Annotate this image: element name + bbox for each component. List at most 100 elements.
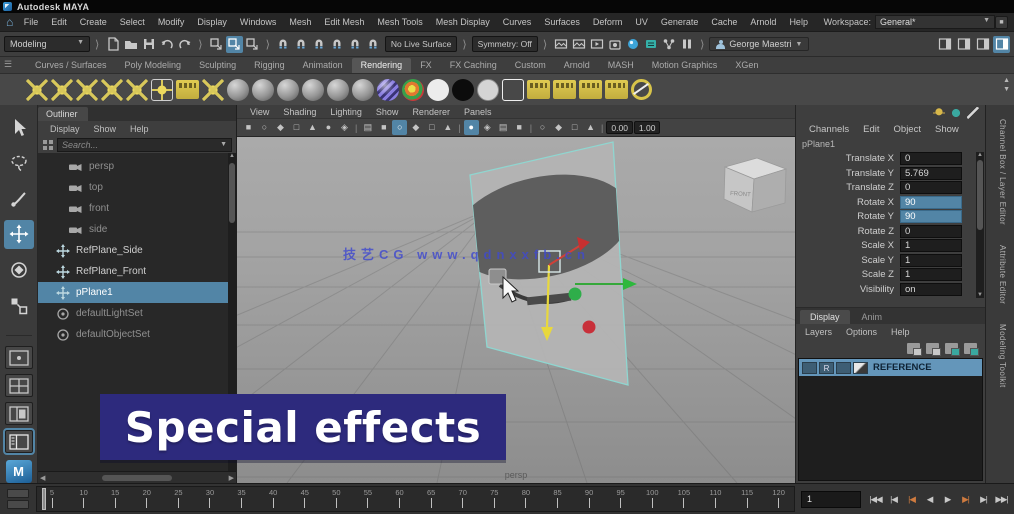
channel-value-field[interactable]: 1 bbox=[900, 268, 962, 281]
animation-key-icon[interactable] bbox=[7, 500, 29, 509]
lighting-icon[interactable]: ■ bbox=[512, 120, 527, 135]
shelf-tab-fx-caching[interactable]: FX Caching bbox=[441, 58, 506, 73]
anisotropic-icon[interactable] bbox=[352, 79, 374, 101]
shelf-menu-icon[interactable]: ☰ bbox=[4, 60, 18, 71]
channel-box-menu-edit[interactable]: Edit bbox=[856, 124, 886, 135]
channel-value-field[interactable]: 0 bbox=[900, 152, 962, 165]
step-forward-frame-button[interactable]: ▶| bbox=[975, 490, 992, 508]
shelf-tab-poly-modeling[interactable]: Poly Modeling bbox=[116, 58, 191, 73]
shelf-tab-rigging[interactable]: Rigging bbox=[245, 58, 294, 73]
timeline-tick-50[interactable]: 50 bbox=[329, 488, 343, 511]
spot-light-icon[interactable] bbox=[101, 79, 123, 101]
channel-box-menu-channels[interactable]: Channels bbox=[802, 124, 856, 135]
2d-pan-zoom-icon[interactable]: ● bbox=[321, 120, 336, 135]
section-divider[interactable]: ⟩ bbox=[196, 38, 204, 51]
blinn-icon[interactable] bbox=[252, 79, 274, 101]
scroll-down-icon[interactable]: ▼ bbox=[1003, 86, 1010, 93]
camera-attributes-icon[interactable]: ◆ bbox=[273, 120, 288, 135]
menu-create[interactable]: Create bbox=[73, 17, 113, 27]
timeline-tick-30[interactable]: 30 bbox=[203, 488, 217, 511]
render-current-frame-icon[interactable] bbox=[570, 36, 587, 53]
layout-two-pane[interactable] bbox=[5, 402, 33, 425]
tab-attribute-editor[interactable]: Attribute Editor bbox=[993, 239, 1007, 310]
channel-value-field[interactable]: 90 bbox=[900, 210, 962, 223]
lasso-select-tool[interactable] bbox=[4, 149, 34, 178]
batch-render-icon[interactable] bbox=[605, 80, 628, 99]
gate-mask-icon[interactable]: ○ bbox=[392, 120, 407, 135]
layer-editor-menu-help[interactable]: Help bbox=[884, 327, 917, 337]
menu-mesh-tools[interactable]: Mesh Tools bbox=[371, 17, 429, 27]
move-layer-up-icon[interactable] bbox=[907, 343, 920, 354]
layer-editor-menu-options[interactable]: Options bbox=[839, 327, 884, 337]
keyframe-icon[interactable] bbox=[933, 107, 945, 119]
save-scene-icon[interactable] bbox=[140, 36, 157, 53]
area-light-icon[interactable] bbox=[126, 79, 148, 101]
account-menu[interactable]: George Maestri ▼ bbox=[709, 37, 809, 51]
shelf-tab-fx[interactable]: FX bbox=[411, 58, 441, 73]
timeline-tick-45[interactable]: 45 bbox=[298, 488, 312, 511]
hypershade-icon[interactable] bbox=[624, 36, 641, 53]
anim-curve-icon[interactable] bbox=[950, 107, 962, 119]
layout-single-pane[interactable] bbox=[5, 346, 33, 369]
hypershade-window-icon[interactable] bbox=[502, 79, 524, 101]
menu-surfaces[interactable]: Surfaces bbox=[538, 17, 587, 27]
select-object-icon[interactable] bbox=[226, 36, 243, 53]
timeline-tick-105[interactable]: 105 bbox=[677, 488, 691, 511]
timeline-tick-110[interactable]: 110 bbox=[708, 488, 722, 511]
outliner-menu-display[interactable]: Display bbox=[44, 124, 86, 134]
layer-row-reference[interactable]: RREFERENCE bbox=[799, 359, 982, 376]
light-editor-icon[interactable] bbox=[642, 36, 659, 53]
outliner-item-front[interactable]: front bbox=[38, 198, 236, 219]
timeline-tick-120[interactable]: 120 bbox=[772, 488, 786, 511]
snap-grid-icon[interactable] bbox=[275, 36, 292, 53]
select-hierarchy-icon[interactable] bbox=[208, 36, 225, 53]
render-target-icon[interactable] bbox=[631, 79, 652, 100]
play-backwards-button[interactable]: ◀ bbox=[921, 490, 938, 508]
bookmark-icon[interactable]: □ bbox=[289, 120, 304, 135]
menu-edit-mesh[interactable]: Edit Mesh bbox=[318, 17, 371, 27]
timeline-tick-40[interactable]: 40 bbox=[266, 488, 280, 511]
current-frame-field[interactable]: 1 bbox=[801, 491, 861, 508]
live-surface-field[interactable]: No Live Surface bbox=[385, 36, 457, 52]
timeline-tick-55[interactable]: 55 bbox=[361, 488, 375, 511]
directional-light-icon[interactable] bbox=[51, 79, 73, 101]
outliner-menu-show[interactable]: Show bbox=[88, 124, 123, 134]
channel-value-field[interactable]: 5.769 bbox=[900, 167, 962, 180]
edit-channels-icon[interactable] bbox=[967, 107, 979, 119]
outliner-filter-icon[interactable] bbox=[42, 139, 54, 151]
isolate-select-icon[interactable]: ▲ bbox=[583, 120, 598, 135]
section-divider[interactable]: ⟩ bbox=[698, 38, 706, 51]
outliner-item-pplane1[interactable]: pPlane1 bbox=[38, 282, 236, 303]
channel-value-field[interactable]: 1 bbox=[900, 239, 962, 252]
menu-windows[interactable]: Windows bbox=[233, 17, 283, 27]
layout-outliner-persp[interactable] bbox=[5, 430, 33, 453]
menu-display[interactable]: Display bbox=[191, 17, 234, 27]
selected-object-name[interactable]: pPlane1 bbox=[796, 137, 985, 152]
shelf-tab-sculpting[interactable]: Sculpting bbox=[190, 58, 245, 73]
redo-icon[interactable] bbox=[176, 36, 193, 53]
timeline-tick-65[interactable]: 65 bbox=[424, 488, 438, 511]
safe-action-icon[interactable]: □ bbox=[424, 120, 439, 135]
field-chart-icon[interactable]: ◆ bbox=[408, 120, 423, 135]
home-icon[interactable]: ⌂ bbox=[6, 16, 13, 28]
open-scene-icon[interactable] bbox=[122, 36, 139, 53]
move-layer-down-icon[interactable] bbox=[926, 343, 939, 354]
menu-set-dropdown[interactable]: Modeling ▼ bbox=[4, 36, 90, 52]
outliner-item-side[interactable]: side bbox=[38, 219, 236, 240]
layer-editor-tab-display[interactable]: Display bbox=[800, 310, 850, 324]
open-render-view-icon[interactable] bbox=[552, 36, 569, 53]
timeline-tick-15[interactable]: 15 bbox=[108, 488, 122, 511]
menu-arnold[interactable]: Arnold bbox=[744, 17, 783, 27]
phong-icon[interactable] bbox=[302, 79, 324, 101]
shelf-tab-arnold[interactable]: Arnold bbox=[555, 58, 599, 73]
scale-tool[interactable] bbox=[4, 291, 34, 320]
gray-swatch-icon[interactable] bbox=[477, 79, 499, 101]
shelf-tab-rendering[interactable]: Rendering bbox=[352, 58, 412, 73]
menu-generate[interactable]: Generate bbox=[654, 17, 705, 27]
toggle-channel-box-icon[interactable] bbox=[974, 36, 991, 53]
volume-light-icon[interactable] bbox=[151, 79, 173, 101]
safe-title-icon[interactable]: ▲ bbox=[440, 120, 455, 135]
point-light-icon[interactable] bbox=[26, 79, 48, 101]
layer-display-mode-toggle[interactable]: R bbox=[819, 362, 834, 374]
timeline-tick-90[interactable]: 90 bbox=[582, 488, 596, 511]
